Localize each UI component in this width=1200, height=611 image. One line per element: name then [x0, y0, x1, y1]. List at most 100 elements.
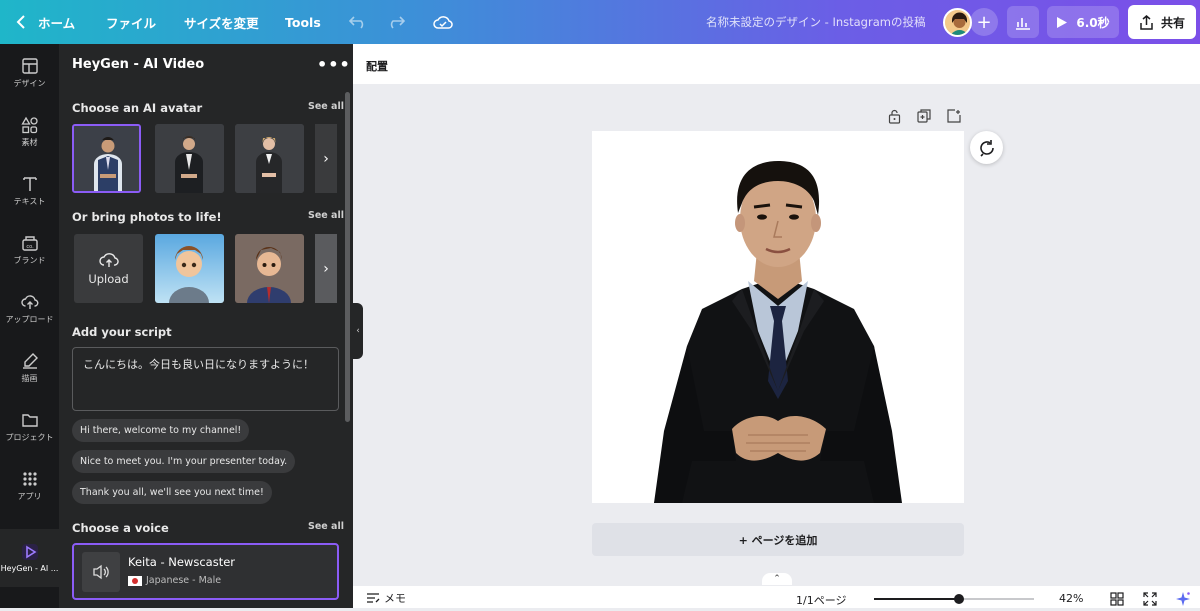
notes-button[interactable]: メモ	[366, 590, 406, 606]
text-icon	[22, 177, 37, 191]
photo-thumb-2[interactable]	[235, 234, 304, 303]
rail-item-draw[interactable]: 描画	[0, 339, 59, 397]
suggestion-chip[interactable]: Thank you all, we'll see you next time!	[72, 481, 272, 504]
photo-thumb-1[interactable]	[155, 234, 224, 303]
photos-see-all[interactable]: See all	[308, 210, 344, 221]
avatar-see-all[interactable]: See all	[308, 101, 344, 112]
more-options-icon[interactable]: •••	[317, 55, 351, 74]
invite-plus-icon[interactable]: +	[970, 8, 998, 36]
cloud-upload-icon	[98, 252, 119, 267]
home-label: ホーム	[38, 15, 76, 31]
notes-icon	[367, 593, 380, 603]
insights-chart-icon[interactable]	[1007, 6, 1039, 38]
left-rail: デザイン 素材 テキスト co. ブランド アップロード 描画 プロジェクト ア…	[0, 44, 59, 608]
share-icon	[1140, 14, 1153, 30]
rail-label: HeyGen - AI ...	[0, 564, 59, 573]
rail-label: プロジェクト	[5, 433, 54, 442]
redo-icon[interactable]	[386, 12, 406, 32]
layout-icon	[21, 58, 38, 74]
rail-item-text[interactable]: テキスト	[0, 162, 59, 220]
upload-label: Upload	[88, 271, 129, 286]
file-menu[interactable]: ファイル	[106, 0, 156, 44]
panel-scrollbar[interactable]	[345, 92, 350, 422]
document-title[interactable]: 名称未設定のデザイン - Instagramの投稿	[706, 0, 925, 44]
suggestion-chip[interactable]: Hi there, welcome to my channel!	[72, 419, 250, 442]
speaker-icon[interactable]	[82, 552, 120, 592]
rail-item-uploads[interactable]: アップロード	[0, 280, 59, 338]
page-tools	[886, 108, 962, 124]
script-textarea[interactable]: こんにちは。今日も良い日になりますように！	[72, 347, 339, 411]
play-button[interactable]: 6.0秒	[1047, 6, 1119, 38]
grid-view-icon[interactable]	[1110, 591, 1124, 606]
draw-icon	[22, 353, 38, 369]
cloud-sync-icon[interactable]	[433, 12, 453, 32]
arrange-button[interactable]: 配置	[366, 58, 388, 74]
footer-bar: メモ 1/1ページ 42%	[353, 586, 1200, 608]
play-icon	[1057, 16, 1068, 28]
design-page[interactable]	[592, 131, 964, 503]
duplicate-page-icon[interactable]	[916, 108, 932, 124]
voice-name: Keita - Newscaster	[128, 555, 236, 569]
rail-label: デザイン	[13, 79, 46, 88]
rail-label: 描画	[21, 374, 38, 383]
rail-label: 素材	[21, 138, 38, 147]
upload-icon	[20, 295, 38, 309]
voice-detail: Japanese - Male	[128, 575, 221, 586]
photos-next-arrow-icon[interactable]: ›	[315, 234, 337, 303]
top-toolbar: ホーム ファイル サイズを変更 Tools 名称未設定のデザイン - Insta…	[0, 0, 1200, 44]
magic-sparkle-icon[interactable]	[1175, 591, 1190, 606]
collapse-panel-chevron-icon[interactable]: ‹	[353, 303, 363, 359]
folder-icon	[21, 414, 38, 427]
zoom-slider[interactable]	[874, 594, 1034, 604]
undo-icon[interactable]	[348, 12, 368, 32]
context-toolbar: 配置	[353, 44, 1200, 84]
avatar-thumb-2[interactable]	[155, 124, 224, 193]
user-avatar[interactable]	[943, 8, 972, 37]
apps-icon	[22, 472, 37, 486]
suggestion-chip[interactable]: Nice to meet you. I'm your presenter tod…	[72, 450, 296, 473]
add-page-icon[interactable]	[946, 108, 962, 124]
rail-item-apps[interactable]: アプリ	[0, 457, 59, 515]
tools-menu[interactable]: Tools	[285, 0, 321, 44]
resize-menu[interactable]: サイズを変更	[184, 0, 259, 44]
zoom-percentage[interactable]: 42%	[1059, 592, 1083, 605]
voice-detail-label: Japanese - Male	[146, 575, 222, 586]
notes-label: メモ	[384, 592, 406, 605]
share-button[interactable]: 共有	[1128, 5, 1196, 39]
brand-icon: co.	[21, 236, 38, 251]
rail-item-elements[interactable]: 素材	[0, 103, 59, 161]
avatar-thumb-1[interactable]	[72, 124, 141, 193]
add-page-button[interactable]: + ページを追加	[592, 523, 964, 556]
script-section-title: Add your script	[72, 325, 172, 339]
zoom-slider-handle[interactable]	[954, 594, 964, 604]
avatars-next-arrow-icon[interactable]: ›	[315, 124, 337, 193]
rail-item-projects[interactable]: プロジェクト	[0, 398, 59, 456]
chevron-left-icon	[16, 15, 25, 29]
page-counter[interactable]: 1/1ページ	[796, 592, 846, 608]
lock-icon[interactable]	[886, 108, 902, 124]
voice-section-title: Choose a voice	[72, 521, 169, 535]
fullscreen-icon[interactable]	[1143, 591, 1157, 606]
play-duration: 6.0秒	[1076, 15, 1110, 30]
voice-see-all[interactable]: See all	[308, 521, 344, 532]
panel-title: HeyGen - AI Video	[72, 57, 205, 72]
rail-label: アプリ	[17, 492, 42, 501]
heygen-icon	[21, 544, 38, 560]
rail-item-design[interactable]: デザイン	[0, 44, 59, 102]
regenerate-comment-icon[interactable]	[970, 131, 1003, 164]
home-button[interactable]: ホーム	[16, 0, 75, 44]
rail-item-heygen[interactable]: HeyGen - AI ...	[0, 529, 59, 587]
voice-card[interactable]: Keita - Newscaster Japanese - Male	[72, 543, 339, 600]
japan-flag-icon	[128, 575, 142, 586]
photos-section-title: Or bring photos to life!	[72, 210, 222, 224]
rail-item-brand[interactable]: co. ブランド	[0, 221, 59, 279]
svg-text:co.: co.	[26, 244, 34, 250]
upload-photo-button[interactable]: Upload	[74, 234, 143, 303]
zoom-slider-fill	[874, 598, 959, 600]
rail-label: ブランド	[13, 256, 46, 265]
avatar-thumb-3[interactable]	[235, 124, 304, 193]
elements-icon	[20, 116, 38, 134]
show-pages-chevron-up-icon[interactable]: ⌃	[762, 573, 792, 585]
heygen-panel: HeyGen - AI Video ••• Choose an AI avata…	[59, 44, 353, 608]
share-label: 共有	[1160, 15, 1185, 30]
